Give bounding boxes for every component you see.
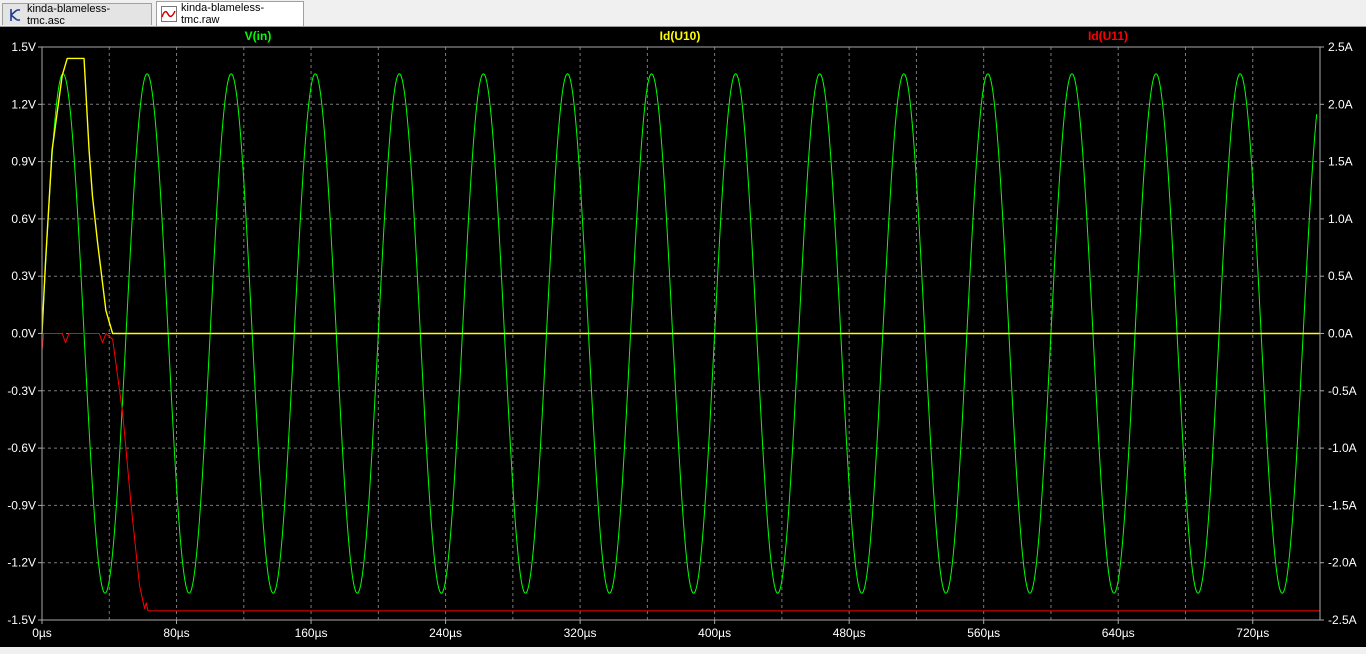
y-tick-label: -1.5V: [7, 613, 36, 627]
y-tick-label: 0.0V: [11, 327, 36, 341]
y-tick-label: 1.2V: [11, 97, 36, 111]
schematic-icon: [10, 8, 20, 21]
y-tick-label: -1.2V: [7, 556, 36, 570]
legend-label[interactable]: Id(U11): [1088, 29, 1128, 43]
status-bar: [0, 647, 1366, 654]
y2-tick-label: -0.5A: [1328, 384, 1357, 398]
y2-tick-label: -1.5A: [1328, 498, 1357, 512]
x-tick-label: 480µs: [833, 626, 866, 640]
x-tick-label: 0µs: [32, 626, 52, 640]
x-tick-label: 160µs: [295, 626, 328, 640]
tab-waveform[interactable]: kinda-blameless-tmc.raw: [156, 1, 304, 26]
x-tick-label: 80µs: [163, 626, 189, 640]
tab-label: kinda-blameless-tmc.raw: [181, 2, 265, 26]
x-tick-label: 320µs: [564, 626, 597, 640]
tab-label: kinda-blameless-tmc.asc: [27, 2, 111, 27]
waveform-plot-pane[interactable]: 1.5V 1.2V 0.9V 0.6V 0.3V 0.0V -0.3V -0.6V -0.9V -…: [0, 27, 1366, 647]
waveform-chart[interactable]: 1.5V 1.2V 0.9V 0.6V 0.3V 0.0V -0.3V -0.6V -0.9V -…: [0, 27, 1366, 647]
y2-tick-label: 1.0A: [1328, 212, 1353, 226]
y-tick-label: 0.3V: [11, 269, 36, 283]
x-tick-label: 400µs: [698, 626, 731, 640]
y-tick-label: -0.9V: [7, 498, 36, 512]
x-tick-label: 720µs: [1236, 626, 1269, 640]
trace-idu11: [41, 333, 1320, 612]
tab-schematic[interactable]: kinda-blameless-tmc.asc: [2, 2, 152, 27]
y-tick-label: -0.6V: [7, 441, 36, 455]
y-tick-label: 1.5V: [11, 40, 36, 54]
y-tick-label: 0.6V: [11, 212, 36, 226]
y2-tick-label: 0.0A: [1328, 327, 1353, 341]
legend-label[interactable]: V(in): [245, 29, 272, 43]
y2-tick-label: -1.0A: [1328, 441, 1357, 455]
x-tick-label: 640µs: [1102, 626, 1135, 640]
y-tick-label: 0.9V: [11, 155, 36, 169]
trace-idu10: [41, 57, 1320, 335]
waveform-icon: [161, 6, 177, 22]
y2-tick-label: 2.5A: [1328, 40, 1353, 54]
legend-label[interactable]: Id(U10): [660, 29, 701, 43]
y2-tick-label: 0.5A: [1328, 269, 1353, 283]
y2-tick-label: 2.0A: [1328, 97, 1353, 111]
x-tick-label: 240µs: [429, 626, 462, 640]
y2-tick-label: -2.0A: [1328, 556, 1357, 570]
x-tick-label: 560µs: [967, 626, 1000, 640]
document-tab-bar: kinda-blameless-tmc.asc kinda-blameless-…: [0, 0, 1366, 27]
y2-tick-label: -2.5A: [1328, 613, 1357, 627]
y2-tick-label: 1.5A: [1328, 155, 1353, 169]
y-tick-label: -0.3V: [7, 384, 36, 398]
